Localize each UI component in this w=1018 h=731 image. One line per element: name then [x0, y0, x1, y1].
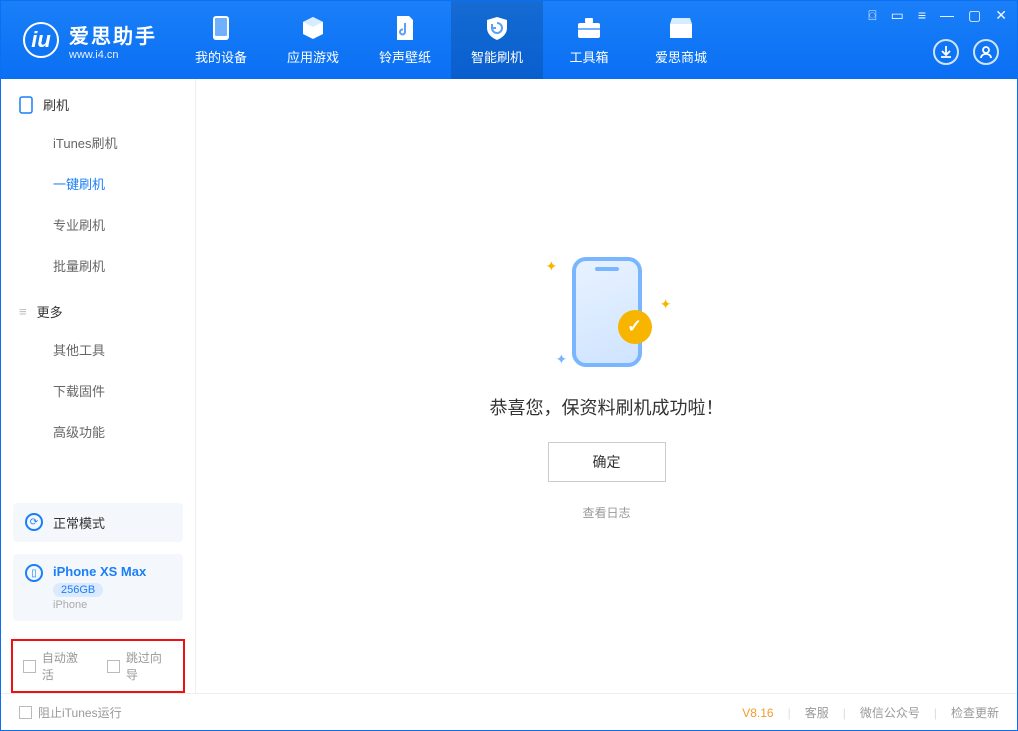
download-button[interactable]	[933, 39, 959, 65]
device-icon	[208, 15, 234, 41]
header-right-buttons	[933, 39, 999, 65]
success-message: 恭喜您，保资料刷机成功啦！	[490, 394, 724, 420]
sidebar-item-batch-flash[interactable]: 批量刷机	[53, 245, 195, 286]
user-button[interactable]	[973, 39, 999, 65]
sparkle-icon: ✦	[660, 296, 672, 313]
toolbox-icon	[576, 15, 602, 41]
checkbox-icon	[19, 706, 32, 719]
sidebar-item-oneclick-flash[interactable]: 一键刷机	[53, 163, 195, 204]
shield-refresh-icon	[484, 15, 510, 41]
title-bar: iu 爱思助手 www.i4.cn 我的设备 应用游戏 铃声壁纸 智能刷机 工具…	[1, 1, 1017, 79]
sparkle-icon: ✦	[546, 258, 558, 275]
main-content: ✓ ✦ ✦ ✦ 恭喜您，保资料刷机成功啦！ 确定 查看日志	[196, 79, 1017, 693]
confirm-button[interactable]: 确定	[548, 442, 666, 482]
footer-link-update[interactable]: 检查更新	[951, 704, 999, 721]
logo-icon: iu	[23, 22, 59, 58]
app-url: www.i4.cn	[69, 49, 157, 61]
mode-label: 正常模式	[53, 513, 105, 532]
maximize-button[interactable]: ▢	[968, 7, 981, 24]
nav-apps-games[interactable]: 应用游戏	[267, 1, 359, 79]
highlight-box: 自动激活 跳过向导	[11, 639, 185, 693]
sparkle-icon: ✦	[556, 351, 568, 368]
nav-ringtones-wallpapers[interactable]: 铃声壁纸	[359, 1, 451, 79]
music-file-icon	[392, 15, 418, 41]
app-name: 爱思助手	[69, 20, 157, 49]
nav-store[interactable]: 爱思商城	[635, 1, 727, 79]
device-small-icon: ▯	[25, 564, 43, 582]
device-capacity: 256GB	[53, 583, 103, 597]
checkbox-block-itunes[interactable]: 阻止iTunes运行	[19, 704, 122, 721]
mode-icon: ⟳	[25, 513, 43, 531]
cube-icon	[300, 15, 326, 41]
checkbox-auto-activate[interactable]: 自动激活	[23, 649, 89, 683]
checkbox-icon	[107, 660, 120, 673]
nav-toolbox[interactable]: 工具箱	[543, 1, 635, 79]
minimize-button[interactable]: ―	[940, 7, 954, 24]
success-illustration: ✓ ✦ ✦ ✦	[542, 252, 672, 372]
sidebar-item-itunes-flash[interactable]: iTunes刷机	[53, 122, 195, 163]
checkbox-skip-guide[interactable]: 跳过向导	[107, 649, 173, 683]
footer-link-support[interactable]: 客服	[805, 704, 829, 721]
more-icon: ≡	[19, 304, 27, 319]
device-type: iPhone	[53, 599, 146, 611]
checkbox-icon	[23, 660, 36, 673]
app-logo: iu 爱思助手 www.i4.cn	[1, 20, 175, 61]
mode-card[interactable]: ⟳ 正常模式	[13, 503, 183, 542]
window-controls-top: ⌼ ▭ ≡ ― ▢ ✕	[868, 7, 1007, 24]
footer-link-wechat[interactable]: 微信公众号	[860, 704, 920, 721]
sidebar-item-pro-flash[interactable]: 专业刷机	[53, 204, 195, 245]
tshirt-icon[interactable]: ⌼	[868, 7, 876, 24]
sidebar: 刷机 iTunes刷机 一键刷机 专业刷机 批量刷机 ≡ 更多 其他工具 下载固…	[1, 79, 196, 693]
menu-icon[interactable]: ≡	[918, 7, 926, 24]
nav-my-device[interactable]: 我的设备	[175, 1, 267, 79]
device-name: iPhone XS Max	[53, 564, 146, 579]
device-card[interactable]: ▯ iPhone XS Max 256GB iPhone	[13, 554, 183, 621]
close-button[interactable]: ✕	[995, 7, 1007, 24]
book-icon[interactable]: ▭	[891, 7, 904, 24]
sidebar-item-advanced[interactable]: 高级功能	[53, 411, 195, 452]
footer: 阻止iTunes运行 V8.16 | 客服 | 微信公众号 | 检查更新	[1, 693, 1017, 731]
store-icon	[668, 15, 694, 41]
sidebar-section-more: ≡ 更多	[1, 286, 195, 329]
check-badge-icon: ✓	[618, 310, 652, 344]
view-log-link[interactable]: 查看日志	[582, 504, 630, 521]
phone-small-icon	[19, 96, 33, 114]
version-label: V8.16	[742, 706, 773, 720]
sidebar-section-flash: 刷机	[1, 79, 195, 122]
sidebar-item-other-tools[interactable]: 其他工具	[53, 329, 195, 370]
sidebar-item-download-firmware[interactable]: 下载固件	[53, 370, 195, 411]
top-nav: 我的设备 应用游戏 铃声壁纸 智能刷机 工具箱 爱思商城	[175, 1, 727, 79]
nav-smart-flash[interactable]: 智能刷机	[451, 1, 543, 79]
